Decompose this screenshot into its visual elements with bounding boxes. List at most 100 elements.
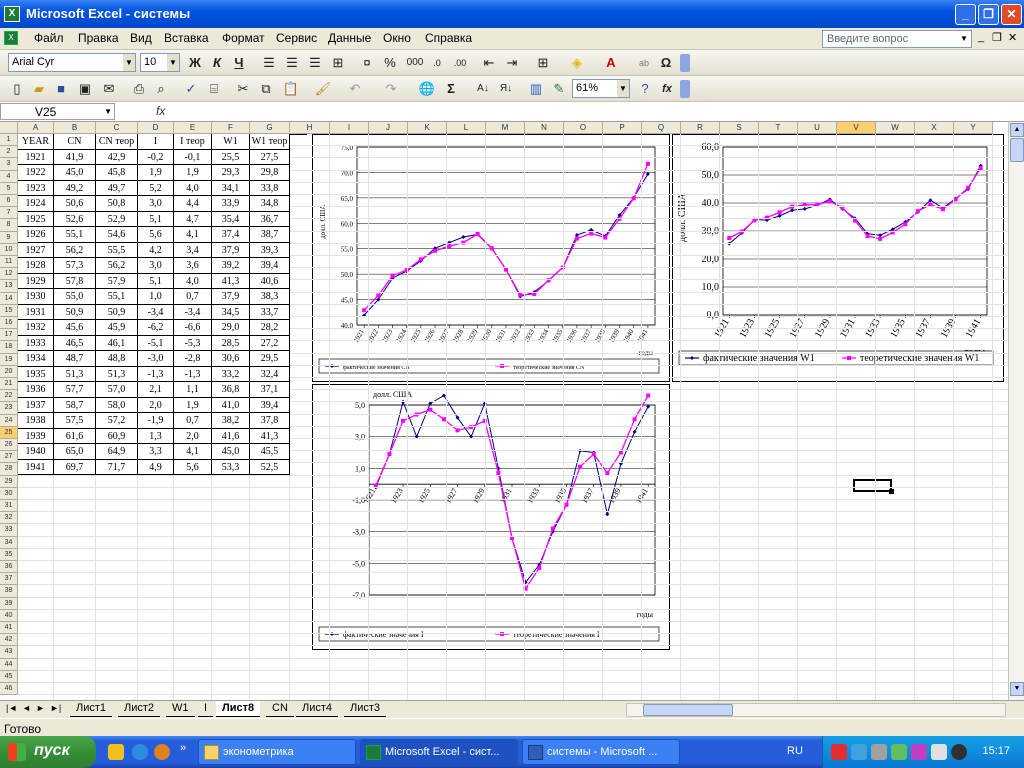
table-cell[interactable]: 48,8 — [96, 351, 138, 367]
table-cell[interactable]: 1934 — [18, 351, 54, 367]
chart-wizard-icon[interactable]: ▥ — [527, 80, 545, 98]
table-cell[interactable]: 1937 — [18, 397, 54, 413]
table-cell[interactable]: 39,3 — [250, 242, 290, 258]
table-cell[interactable]: 1926 — [18, 227, 54, 243]
table-cell[interactable]: 46,5 — [54, 335, 96, 351]
table-cell[interactable]: 1,9 — [174, 397, 212, 413]
save-icon[interactable]: ■ — [52, 80, 70, 98]
table-cell[interactable]: 39,2 — [212, 258, 250, 274]
spelling-icon[interactable]: ✓ — [182, 80, 200, 98]
table-cell[interactable]: 33,8 — [250, 180, 290, 196]
tray-tool-icon[interactable] — [891, 744, 907, 760]
row-header-34[interactable]: 34 — [0, 536, 18, 549]
table-cell[interactable]: 1929 — [18, 273, 54, 289]
table-cell[interactable]: 1939 — [18, 428, 54, 444]
paste-icon[interactable]: 📋 — [280, 80, 302, 98]
row-header-3[interactable]: 3 — [0, 158, 18, 171]
row-header-44[interactable]: 44 — [0, 658, 18, 671]
table-cell[interactable]: -0,2 — [138, 149, 174, 165]
table-cell[interactable]: 33,7 — [250, 304, 290, 320]
chevron-down-icon[interactable]: ▼ — [617, 80, 629, 97]
table-cell[interactable]: 55,0 — [54, 289, 96, 305]
table-cell[interactable]: 3,0 — [138, 196, 174, 212]
excel-app-icon[interactable]: X — [4, 6, 20, 22]
table-cell[interactable]: 39,4 — [250, 258, 290, 274]
table-cell[interactable]: -5,1 — [138, 335, 174, 351]
column-header-y[interactable]: Y — [954, 122, 993, 134]
row-header-21[interactable]: 21 — [0, 378, 18, 391]
table-cell[interactable]: 51,3 — [54, 366, 96, 382]
table-cell[interactable]: 3,3 — [138, 444, 174, 460]
table-cell[interactable]: 1925 — [18, 211, 54, 227]
table-cell[interactable]: 50,6 — [54, 196, 96, 212]
table-cell[interactable]: 1927 — [18, 242, 54, 258]
row-header-36[interactable]: 36 — [0, 561, 18, 574]
table-cell[interactable]: 4,1 — [174, 444, 212, 460]
print-icon[interactable]: ⎙ — [130, 80, 148, 98]
row-header-25[interactable]: 25 — [0, 426, 18, 439]
table-cell[interactable]: -0,1 — [174, 149, 212, 165]
underline-button[interactable]: Ч — [230, 54, 248, 72]
borders-icon[interactable]: ⊞ — [532, 54, 554, 72]
sheet-tab-list2[interactable]: Лист2 — [118, 701, 161, 717]
table-cell[interactable]: 27,2 — [250, 335, 290, 351]
column-header-d[interactable]: D — [138, 122, 174, 134]
row-header-19[interactable]: 19 — [0, 353, 18, 366]
table-cell[interactable]: 1938 — [18, 413, 54, 429]
ask-question-input[interactable]: Введите вопрос ▼ — [822, 30, 972, 48]
column-header-a[interactable]: A — [18, 122, 54, 134]
column-header-u[interactable]: U — [798, 122, 837, 134]
increase-decimal-icon[interactable]: .0 — [428, 54, 446, 72]
row-header-7[interactable]: 7 — [0, 207, 18, 220]
doc-minimize-button[interactable]: _ — [978, 31, 984, 43]
bold-button[interactable]: Ж — [186, 54, 204, 72]
table-cell[interactable]: 53,3 — [212, 459, 250, 475]
table-cell[interactable]: -3,4 — [138, 304, 174, 320]
row-header-14[interactable]: 14 — [0, 292, 18, 305]
table-cell[interactable]: -3,4 — [174, 304, 212, 320]
row-header-41[interactable]: 41 — [0, 622, 18, 635]
open-folder-icon[interactable]: ▰ — [30, 80, 48, 98]
format-painter-icon[interactable]: 🖌 — [314, 80, 332, 98]
table-cell[interactable]: 49,2 — [54, 180, 96, 196]
quicklaunch-more-button[interactable]: » — [180, 742, 186, 754]
scroll-thumb[interactable] — [1010, 138, 1024, 162]
start-button[interactable]: пуск — [0, 736, 96, 768]
menu-window[interactable]: Окно — [383, 31, 411, 45]
chart-i[interactable]: -7,0-5,0-3,0-1,01,03,05,0192119231925192… — [312, 384, 670, 650]
table-cell[interactable]: 50,8 — [96, 196, 138, 212]
internet-explorer-icon[interactable] — [132, 744, 148, 760]
table-cell[interactable]: 0,7 — [174, 413, 212, 429]
row-header-16[interactable]: 16 — [0, 317, 18, 330]
table-cell[interactable]: 55,1 — [54, 227, 96, 243]
column-header-h[interactable]: H — [290, 122, 330, 134]
row-header-32[interactable]: 32 — [0, 512, 18, 525]
table-cell[interactable]: 51,3 — [96, 366, 138, 382]
language-indicator[interactable]: RU — [787, 745, 803, 757]
table-cell[interactable]: 1936 — [18, 382, 54, 398]
function-icon[interactable]: fx — [156, 104, 165, 118]
toolbar-options-icon[interactable] — [680, 80, 690, 98]
table-cell[interactable]: 5,1 — [138, 273, 174, 289]
table-cell[interactable]: 45,0 — [54, 165, 96, 181]
hscroll-thumb[interactable] — [643, 704, 733, 716]
scroll-down-icon[interactable]: ▼ — [1010, 682, 1024, 696]
scroll-up-icon[interactable]: ▲ — [1010, 123, 1024, 137]
row-header-38[interactable]: 38 — [0, 585, 18, 598]
sheet-tab-w1[interactable]: W1 — [166, 701, 195, 717]
table-cell[interactable]: 41,3 — [250, 428, 290, 444]
table-cell[interactable]: -6,6 — [174, 320, 212, 336]
table-cell[interactable]: 25,5 — [212, 149, 250, 165]
table-cell[interactable]: 1,1 — [174, 382, 212, 398]
tray-media-icon[interactable] — [951, 744, 967, 760]
merge-cells-icon[interactable]: ⊞ — [329, 54, 347, 72]
new-document-icon[interactable]: ▯ — [8, 80, 26, 98]
last-sheet-button[interactable]: ►| — [50, 703, 61, 713]
table-header-cell[interactable]: W1 теор — [250, 134, 290, 150]
table-cell[interactable]: 1931 — [18, 304, 54, 320]
table-cell[interactable]: 39,4 — [250, 397, 290, 413]
workbook-icon[interactable]: X — [4, 31, 18, 45]
table-cell[interactable]: 52,9 — [96, 211, 138, 227]
table-cell[interactable]: 1,9 — [174, 165, 212, 181]
row-header-29[interactable]: 29 — [0, 475, 18, 488]
